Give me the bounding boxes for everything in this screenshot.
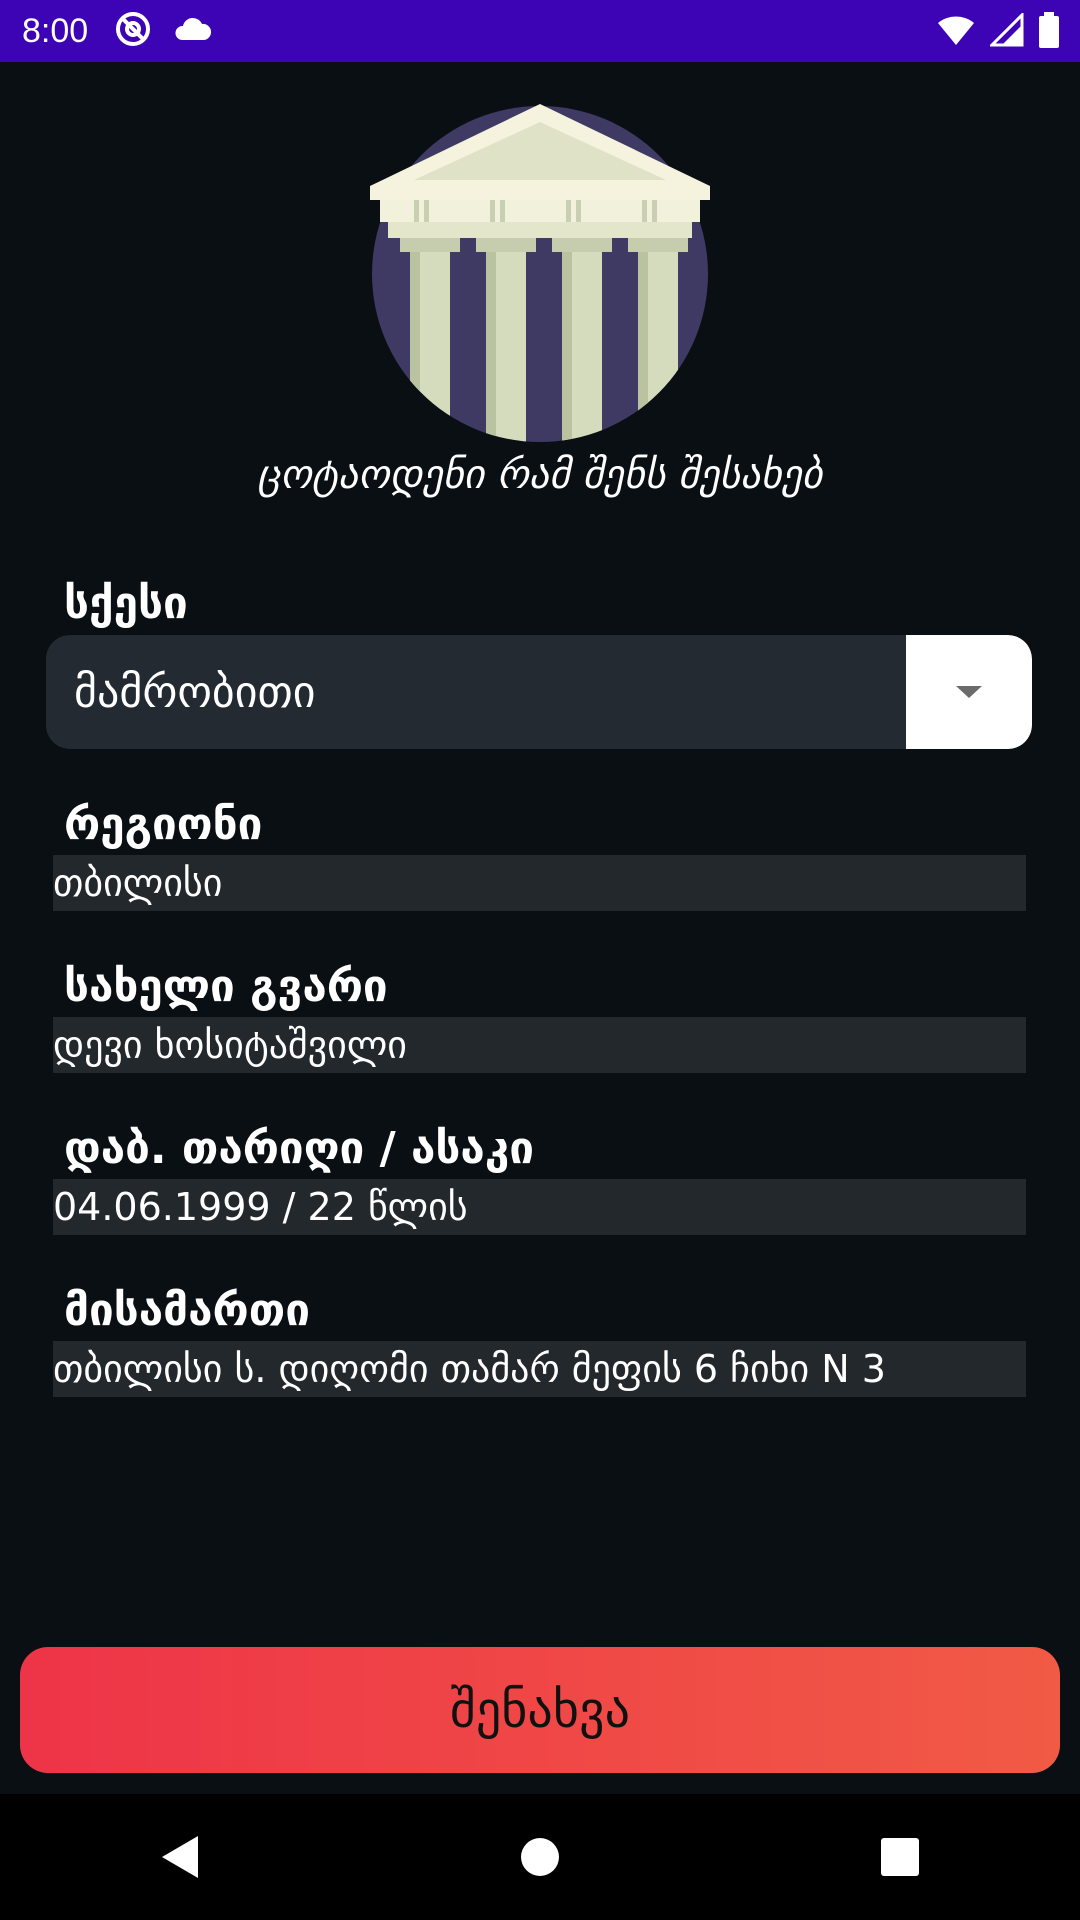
system-nav-bar: [0, 1794, 1080, 1920]
status-bar: 8:00: [0, 0, 1080, 62]
name-field[interactable]: დევი ხოსიტაშვილი: [53, 1017, 1026, 1073]
region-field[interactable]: თბილისი: [53, 855, 1026, 911]
birth-date-label: დაბ. თარიღი / ასაკი: [64, 1123, 535, 1174]
address-field[interactable]: თბილისი ს. დიღომი თამარ მეფის 6 ჩიხი N 3: [53, 1341, 1026, 1397]
signal-icon: [988, 11, 1024, 51]
battery-icon: [1038, 12, 1060, 52]
recents-button[interactable]: [840, 1807, 960, 1907]
home-icon: [521, 1838, 559, 1876]
save-button[interactable]: შენახვა: [20, 1647, 1060, 1773]
back-icon: [162, 1836, 198, 1878]
recents-icon: [881, 1838, 919, 1876]
cloud-icon: [174, 16, 212, 46]
name-label: სახელი გვარი: [64, 961, 388, 1012]
app-logo: [370, 100, 710, 445]
address-label: მისამართი: [64, 1285, 310, 1336]
wifi-icon: [936, 13, 976, 51]
status-time: 8:00: [22, 11, 89, 50]
chevron-down-icon: [956, 686, 982, 698]
birth-date-field[interactable]: 04.06.1999 / 22 წლის: [53, 1179, 1026, 1235]
gender-selected-value: მამრობითი: [74, 666, 316, 718]
gender-dropdown-button[interactable]: [906, 635, 1032, 749]
page-subtitle: ცოტაოდენი რამ შენს შესახებ: [257, 452, 823, 498]
gender-label: სქესი: [64, 578, 188, 629]
gender-select[interactable]: მამრობითი: [46, 635, 1032, 749]
do-not-disturb-icon: [114, 10, 152, 52]
back-button[interactable]: [120, 1807, 240, 1907]
home-button[interactable]: [480, 1807, 600, 1907]
region-label: რეგიონი: [64, 799, 263, 850]
